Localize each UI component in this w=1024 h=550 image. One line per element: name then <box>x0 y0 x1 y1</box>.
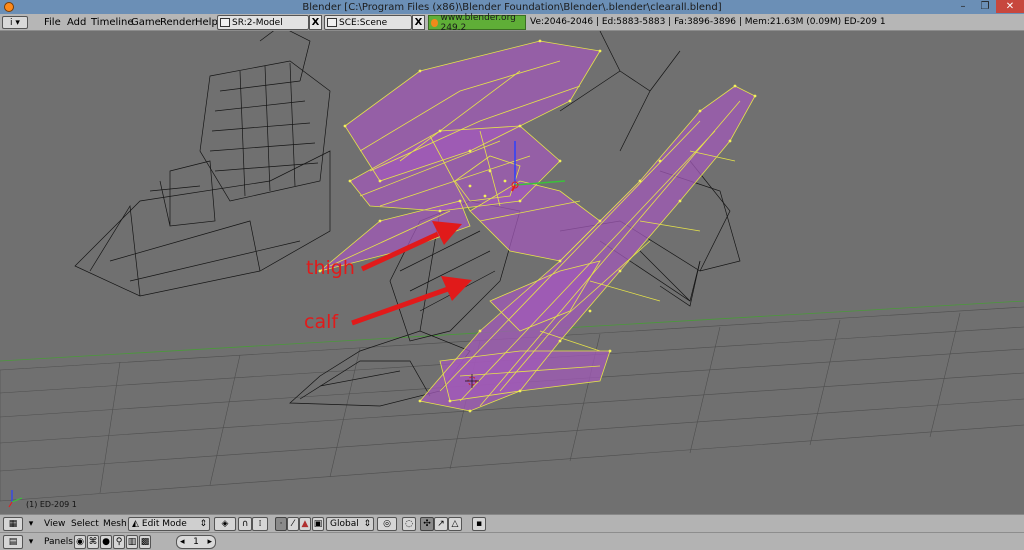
collapse-header-button[interactable]: ▾ <box>26 517 36 531</box>
grid-icon[interactable]: ▤ <box>3 535 23 549</box>
vertex-select-icon[interactable]: · <box>275 517 287 531</box>
menu-select[interactable]: Select <box>71 518 99 530</box>
face-select-icon[interactable]: ▲ <box>299 517 311 531</box>
object-icon[interactable]: ⚲ <box>113 535 125 549</box>
menu-render[interactable]: Render <box>160 16 196 29</box>
scene-selector[interactable]: SCE:Scene <box>324 15 412 30</box>
editing-icon[interactable]: ▥ <box>126 535 138 549</box>
translate-icon[interactable]: ↗ <box>434 517 448 531</box>
screen-selector[interactable]: SR:2-Model <box>217 15 309 30</box>
axis-gizmo <box>8 490 23 508</box>
magnet-icon[interactable]: ∩ <box>238 517 252 531</box>
blender-url[interactable]: www.blender.org 249.2 <box>428 12 526 33</box>
frame-value: 1 <box>193 537 199 547</box>
menu-game[interactable]: Game <box>131 16 161 29</box>
layer-icon[interactable]: ⁞ <box>252 517 268 531</box>
edge-select-icon[interactable]: ⁄ <box>287 517 299 531</box>
thigh-label: thigh <box>306 257 355 279</box>
menu-timeline[interactable]: Timeline <box>91 16 134 29</box>
delete-scene-button[interactable]: X <box>412 15 425 30</box>
info-icon[interactable]: i ▾ <box>2 16 28 29</box>
script-icon[interactable]: ⌘ <box>87 535 99 549</box>
orientation-value: Global <box>330 519 359 529</box>
chevron-updown-icon: ⇕ <box>363 519 371 529</box>
scene-stats: Ve:2046-2046 | Ed:5883-5883 | Fa:3896-38… <box>530 17 886 27</box>
scene-icon <box>327 18 337 27</box>
screen-name: SR:2-Model <box>232 17 283 28</box>
buttons-header: ▤ ▾ Panels ◉ ⌘ ● ⚲ ▥ ▩ ◂ 1 ▸ <box>0 532 1024 550</box>
logic-icon[interactable]: ◉ <box>74 535 86 549</box>
render-icon[interactable]: ▪ <box>472 517 486 531</box>
delete-screen-button[interactable]: X <box>309 15 322 30</box>
menu-file[interactable]: File <box>44 16 61 29</box>
blender-logo-icon <box>431 18 438 27</box>
3d-view-header: ▦ ▾ View Select Mesh ◭ Edit Mode ⇕ ◈ ∩ ⁞… <box>0 514 1024 532</box>
3d-viewport[interactable]: thigh calf (1) ED-209 1 <box>0 31 1024 514</box>
chevron-left-icon: ◂ <box>180 537 185 547</box>
blender-url-text: www.blender.org 249.2 <box>440 12 516 33</box>
collapse-header-button[interactable]: ▾ <box>26 535 36 549</box>
viewport-canvas[interactable] <box>0 31 1024 514</box>
blender-logo-icon <box>4 2 14 12</box>
chevron-right-icon: ▸ <box>207 537 212 547</box>
pivot-icon[interactable]: ◎ <box>377 517 397 531</box>
mode-value: Edit Mode <box>141 519 187 529</box>
occlude-icon[interactable]: ▣ <box>312 517 324 531</box>
manipulator-icon[interactable]: ✣ <box>420 517 434 531</box>
panels-menu[interactable]: Panels <box>44 536 73 548</box>
object-info: (1) ED-209 1 <box>26 500 77 509</box>
maximize-button[interactable]: ❐ <box>974 0 996 13</box>
edit-mode-icon: ◭ <box>132 519 139 529</box>
menu-mesh[interactable]: Mesh <box>103 518 127 530</box>
rotate-icon[interactable]: △ <box>448 517 462 531</box>
minimize-button[interactable]: – <box>952 0 974 13</box>
menu-view[interactable]: View <box>44 518 65 530</box>
frame-field[interactable]: ◂ 1 ▸ <box>176 535 216 549</box>
close-button[interactable]: ✕ <box>996 0 1024 13</box>
draw-type-button[interactable]: ◈ <box>214 517 236 531</box>
grid-icon[interactable]: ▦ <box>3 517 23 531</box>
calf-arrow <box>351 286 449 326</box>
info-header: i ▾ File Add Timeline Game Render Help S… <box>0 12 1024 33</box>
window-title: Blender [C:\Program Files (x86)\Blender … <box>302 1 722 13</box>
menu-help[interactable]: Help <box>195 16 218 29</box>
chevron-updown-icon: ⇕ <box>199 519 207 529</box>
mode-selector[interactable]: ◭ Edit Mode ⇕ <box>128 517 210 531</box>
proportional-edit-icon[interactable]: ◌ <box>402 517 416 531</box>
orientation-selector[interactable]: Global ⇕ <box>326 517 374 531</box>
shading-icon[interactable]: ● <box>100 535 112 549</box>
scene-name: SCE:Scene <box>339 17 388 28</box>
scene-icon[interactable]: ▩ <box>139 535 151 549</box>
calf-label: calf <box>304 311 339 333</box>
menu-add[interactable]: Add <box>67 16 86 29</box>
screen-icon <box>220 18 230 27</box>
